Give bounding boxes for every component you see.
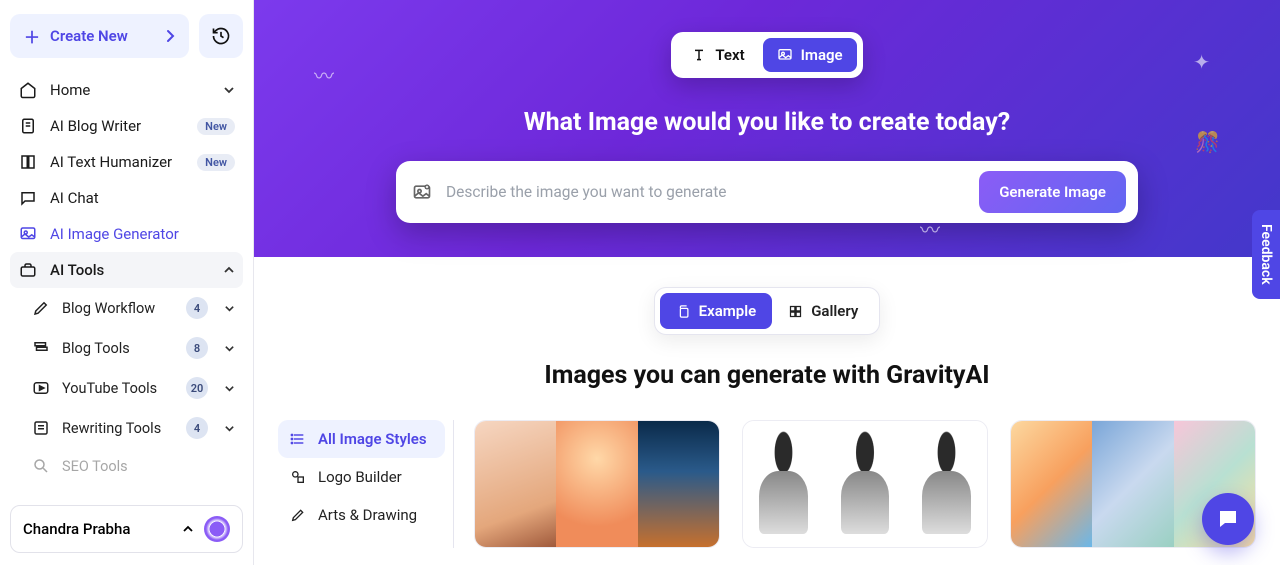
new-badge: New [197, 154, 235, 171]
style-all[interactable]: All Image Styles [278, 420, 445, 458]
avatar [204, 516, 230, 542]
style-logo[interactable]: Logo Builder [278, 458, 445, 496]
style-panel: All Image Styles Logo Builder Arts & Dra… [278, 420, 454, 548]
grid-icon [788, 304, 803, 319]
sub-youtube-tools[interactable]: YouTube Tools 20 [10, 368, 243, 408]
document-icon [18, 117, 38, 135]
chevron-down-icon [224, 343, 235, 354]
thumbnail-card[interactable] [742, 420, 988, 548]
book-icon [18, 153, 38, 171]
view-gallery[interactable]: Gallery [772, 293, 874, 329]
home-icon [18, 81, 38, 99]
user-menu[interactable]: Chandra Prabha [10, 505, 243, 553]
chevron-up-icon [223, 264, 235, 276]
gallery-row: All Image Styles Logo Builder Arts & Dra… [254, 390, 1280, 562]
decoration-icon: 〰 [314, 60, 334, 89]
nav-home[interactable]: Home [10, 72, 243, 108]
shapes-icon [290, 469, 306, 485]
decoration-icon: 🎊 [1195, 130, 1220, 154]
chevron-down-icon [224, 423, 235, 434]
brush-icon [290, 507, 306, 523]
nav-blog-writer[interactable]: AI Blog Writer New [10, 108, 243, 144]
sidebar: ＋ Create New Home AI Blog Writer New AI … [0, 0, 254, 565]
plus-icon: ＋ [24, 24, 40, 48]
history-icon [211, 26, 231, 46]
sub-rewriting-tools[interactable]: Rewriting Tools 4 [10, 408, 243, 448]
sub-blog-tools[interactable]: Blog Tools 8 [10, 328, 243, 368]
nav-ai-tools[interactable]: AI Tools [10, 252, 243, 288]
pencil-icon [32, 299, 52, 317]
nav-text-humanizer[interactable]: AI Text Humanizer New [10, 144, 243, 180]
chevron-down-icon [224, 383, 235, 394]
view-example[interactable]: Example [660, 293, 773, 329]
chat-icon [1216, 507, 1240, 531]
search-icon [32, 457, 52, 475]
list-icon [290, 431, 306, 447]
sub-seo-tools[interactable]: SEO Tools [10, 448, 243, 484]
image-icon [777, 47, 793, 63]
section-heading: Images you can generate with GravityAI [254, 361, 1280, 390]
sub-blog-workflow[interactable]: Blog Workflow 4 [10, 288, 243, 328]
decoration-icon: ✦ [1193, 50, 1210, 74]
refresh-icon [32, 419, 52, 437]
history-button[interactable] [199, 14, 243, 58]
play-icon [32, 379, 52, 397]
feedback-tab[interactable]: Feedback [1252, 210, 1280, 299]
user-name: Chandra Prabha [23, 520, 172, 538]
thumbnails [474, 420, 1256, 548]
chevron-up-icon [182, 523, 194, 535]
nav-image-generator[interactable]: AI Image Generator [10, 216, 243, 252]
hero-headline: What Image would you like to create toda… [524, 108, 1010, 137]
image-icon [18, 225, 38, 243]
generate-button[interactable]: Generate Image [979, 171, 1126, 213]
prompt-input[interactable] [446, 183, 979, 201]
chat-launcher[interactable] [1202, 493, 1254, 545]
mode-text[interactable]: Text [677, 38, 758, 72]
view-toggle: Example Gallery [654, 287, 881, 335]
main-content: 〰 ✦ 〰 🎊 Text Image What Image would you … [254, 0, 1280, 565]
copy-icon [676, 304, 691, 319]
new-badge: New [197, 118, 235, 135]
add-image-icon[interactable] [412, 182, 432, 202]
nav-ai-chat[interactable]: AI Chat [10, 180, 243, 216]
decoration-icon: 〰 [920, 214, 940, 243]
prompt-bar: Generate Image [396, 161, 1138, 223]
chevron-down-icon [224, 303, 235, 314]
nav-list: Home AI Blog Writer New AI Text Humanize… [10, 72, 243, 497]
create-new-button[interactable]: ＋ Create New [10, 14, 189, 58]
text-icon [691, 47, 707, 63]
mode-image[interactable]: Image [763, 38, 857, 72]
create-new-label: Create New [50, 27, 128, 45]
style-arts[interactable]: Arts & Drawing [278, 496, 445, 534]
hero: 〰 ✦ 〰 🎊 Text Image What Image would you … [254, 0, 1280, 257]
thumbnail-card[interactable] [474, 420, 720, 548]
mode-toggle: Text Image [671, 32, 862, 78]
layers-icon [32, 339, 52, 357]
toolbox-icon [18, 261, 38, 279]
chevron-down-icon [223, 84, 235, 96]
chat-icon [18, 189, 38, 207]
chevron-right-icon [165, 29, 175, 43]
